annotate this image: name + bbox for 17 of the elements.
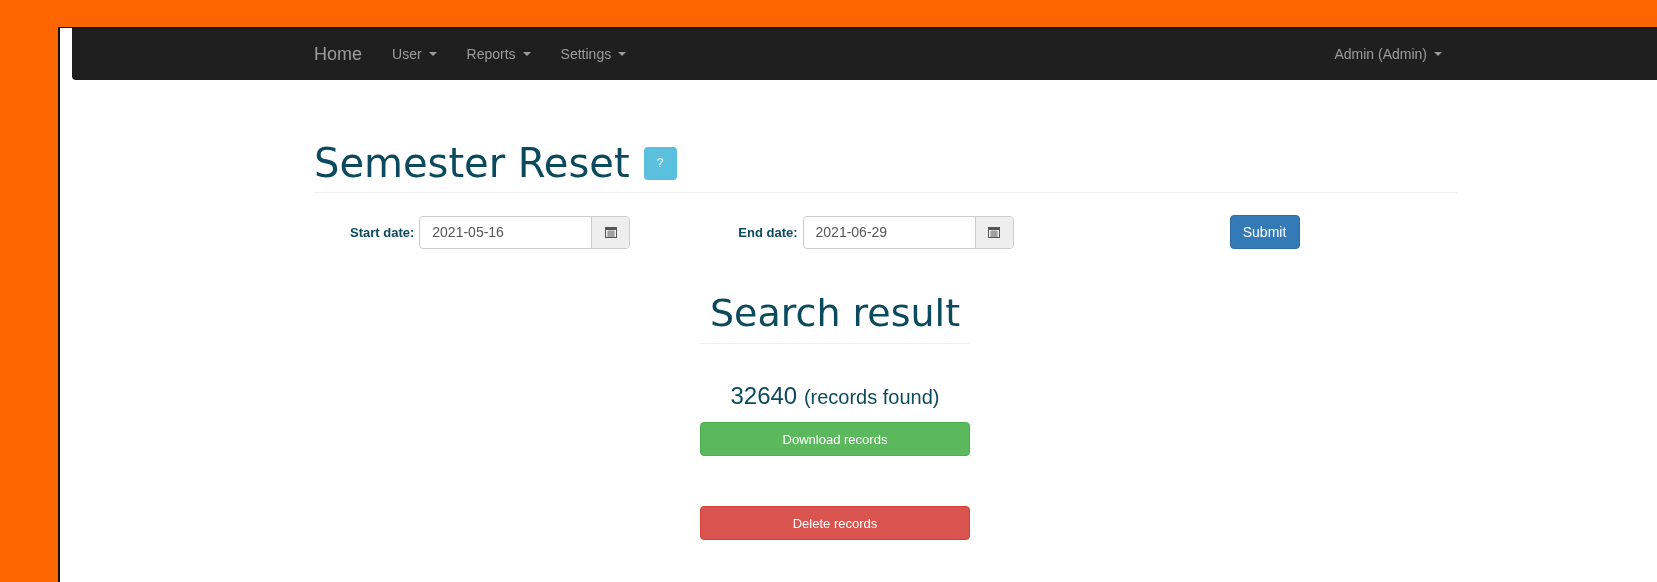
account-menu[interactable]: Admin (Admin) — [1334, 46, 1442, 62]
date-field[interactable]: 2021-06-29 — [802, 215, 1014, 249]
date-field[interactable]: 2021-05-16 — [419, 215, 631, 249]
nav-menu[interactable]: User — [392, 46, 437, 62]
result-heading: Search result — [709, 291, 961, 335]
submit-button[interactable]: Submit — [1229, 215, 1300, 249]
delete-button[interactable]: Delete records — [700, 506, 970, 540]
calendar-icon[interactable] — [988, 226, 1001, 238]
field-label: End date: — [738, 224, 798, 240]
nav-menu[interactable]: Settings — [560, 46, 627, 62]
record-count: 32640 — [730, 382, 798, 409]
count-note: (records found) — [803, 386, 940, 408]
field-label: Start date: — [350, 224, 415, 240]
nav-menu[interactable]: Reports — [466, 46, 531, 62]
page-title: Semester Reset — [314, 140, 630, 186]
home-link[interactable]: Home — [314, 43, 362, 65]
calendar-icon[interactable] — [604, 226, 617, 238]
